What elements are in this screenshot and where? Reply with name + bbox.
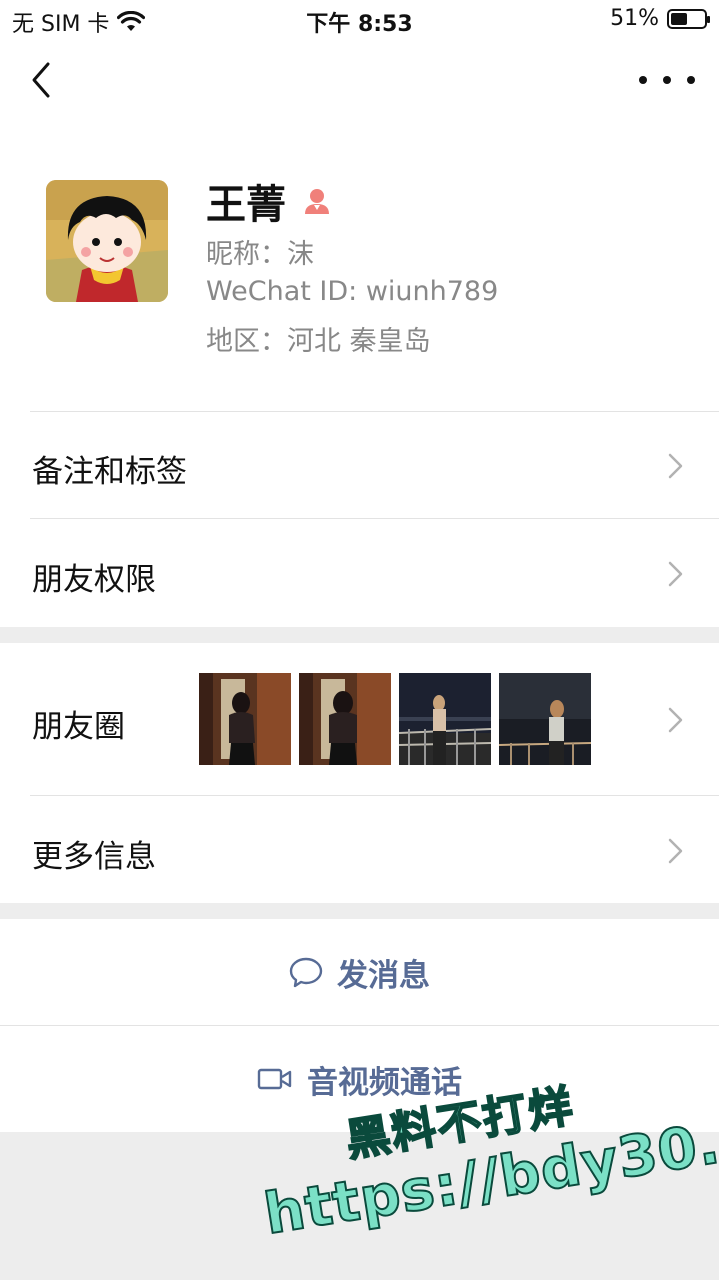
avatar[interactable]	[46, 180, 168, 302]
more-dot	[687, 76, 695, 84]
more-info-row[interactable]: 更多信息	[0, 796, 719, 903]
avatar-image	[46, 180, 168, 302]
remarks-tags-row[interactable]: 备注和标签	[0, 412, 719, 519]
status-bar: 无 SIM 卡 下午 8:53 51%	[0, 0, 719, 40]
video-camera-icon	[257, 1068, 292, 1090]
chevron-right-icon	[668, 453, 683, 479]
moment-photo	[499, 673, 591, 765]
video-call-button[interactable]: 音视频通话	[0, 1026, 719, 1132]
video-call-label: 音视频通话	[307, 1064, 462, 1101]
wechat-id: WeChat ID: wiunh789	[206, 276, 499, 307]
moment-photo	[399, 673, 491, 765]
chevron-left-icon	[32, 62, 50, 98]
section-gap	[0, 903, 719, 919]
remarks-tags-label: 备注和标签	[32, 454, 187, 490]
female-icon	[305, 189, 329, 214]
profile-card: 王菁 昵称：沫 WeChat ID: wiunh789 地区：河北 秦皇岛	[0, 120, 719, 412]
battery-level	[671, 12, 688, 25]
moment-photo	[299, 673, 391, 765]
nickname: 昵称：沫	[206, 239, 314, 270]
contact-name: 王菁	[206, 182, 286, 228]
region: 地区：河北 秦皇岛	[206, 326, 431, 357]
moment-photo	[199, 673, 291, 765]
send-message-label: 发消息	[337, 957, 430, 994]
moments-label: 朋友圈	[32, 709, 125, 745]
chat-bubble-icon	[289, 957, 323, 988]
moments-row[interactable]: 朋友圈	[0, 643, 719, 796]
chevron-right-icon	[668, 838, 683, 864]
friend-permissions-label: 朋友权限	[32, 562, 156, 598]
back-button[interactable]	[24, 58, 64, 102]
friend-permissions-row[interactable]: 朋友权限	[0, 519, 719, 627]
more-dots-icon	[639, 76, 647, 84]
more-info-label: 更多信息	[32, 839, 156, 875]
battery-percent: 51%	[610, 6, 659, 31]
battery-icon	[667, 8, 710, 29]
more-dot	[663, 76, 671, 84]
chevron-right-icon	[668, 561, 683, 587]
section-gap	[0, 627, 719, 643]
nav-bar	[0, 40, 719, 120]
more-button[interactable]	[639, 66, 695, 94]
chevron-right-icon	[668, 707, 683, 733]
moments-photos	[199, 673, 591, 765]
send-message-button[interactable]: 发消息	[0, 919, 719, 1025]
